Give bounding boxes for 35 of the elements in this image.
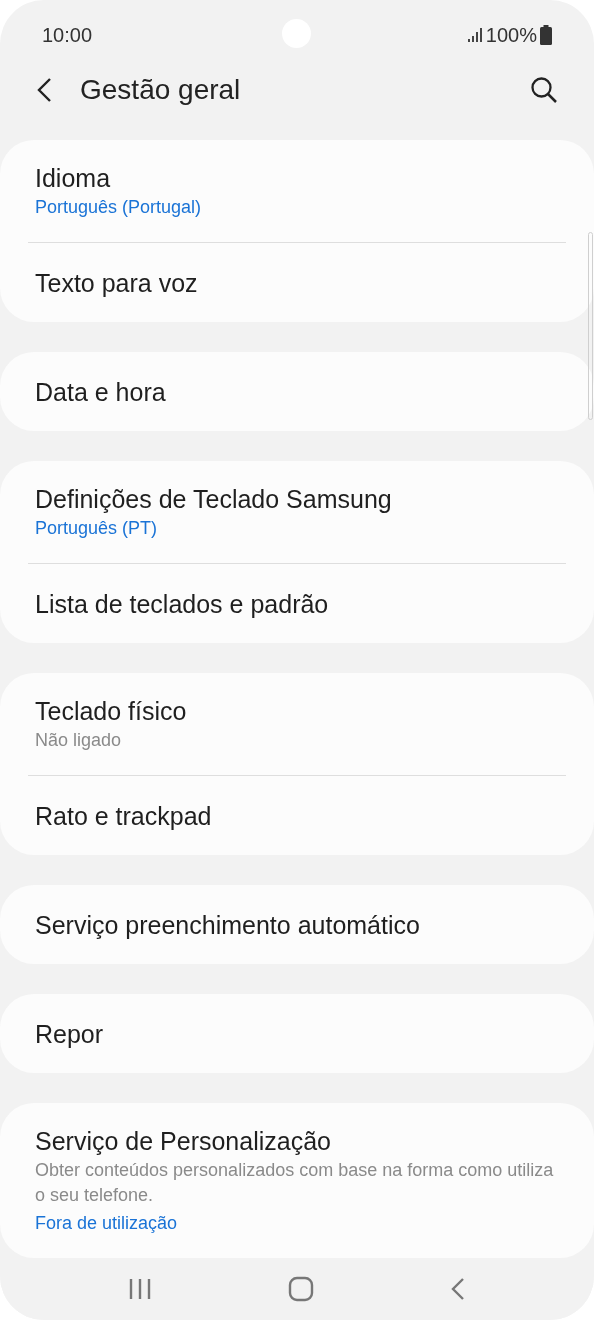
settings-item[interactable]: Serviço preenchimento automático — [0, 885, 594, 965]
status-time: 10:00 — [42, 22, 93, 48]
settings-item[interactable]: Lista de teclados e padrão — [0, 564, 594, 644]
settings-item[interactable]: Serviço de Personalização Obter conteúdos personalizados com base na forma como utiliza o seu telefone. Fora de utilização — [0, 1103, 594, 1259]
settings-item[interactable]: Rato e trackpad — [0, 776, 594, 856]
item-title: Repor — [35, 1018, 105, 1050]
settings-item[interactable]: Texto para voz — [0, 243, 594, 323]
settings-item[interactable]: Definições de Teclado Samsung Português (PT) — [0, 461, 594, 564]
item-title: Rato e trackpad — [35, 800, 213, 832]
item-title: Texto para voz — [35, 267, 199, 299]
search-icon[interactable] — [530, 76, 558, 104]
back-icon[interactable] — [36, 77, 52, 103]
settings-item[interactable]: Teclado físico Não ligado — [0, 673, 594, 776]
item-title: Data e hora — [35, 376, 167, 408]
item-title: Lista de teclados e padrão — [35, 588, 330, 620]
settings-item[interactable]: Idioma Português (Portugal) — [0, 140, 594, 243]
item-title: Serviço preenchimento automático — [35, 909, 421, 941]
item-subtitle: Português (PT) — [35, 517, 159, 541]
home-icon[interactable] — [288, 1276, 314, 1303]
battery-icon — [540, 24, 552, 45]
settings-item[interactable]: Data e hora — [0, 352, 594, 432]
item-subtitle: Português (Portugal) — [35, 196, 203, 220]
back-nav-icon[interactable] — [450, 1277, 466, 1302]
link[interactable]: Fora de utilização — [35, 1211, 178, 1237]
settings-item[interactable]: Repor — [0, 994, 594, 1074]
item-subtitle: Obter conteúdos personalizados com base na forma como utiliza o seu telefone. — [35, 1159, 555, 1208]
signal-icon — [466, 26, 483, 43]
battery-percent: 100% — [485, 22, 537, 48]
item-title: Teclado físico — [35, 696, 188, 728]
item-subtitle: Não ligado — [35, 729, 123, 753]
recent-apps-icon[interactable] — [128, 1277, 152, 1302]
item-title: Idioma — [35, 163, 112, 195]
item-title: Definições de Teclado Samsung — [35, 484, 393, 516]
item-title: Serviço de Personalização — [35, 1126, 332, 1158]
page-title: Gestão geral — [80, 73, 242, 107]
